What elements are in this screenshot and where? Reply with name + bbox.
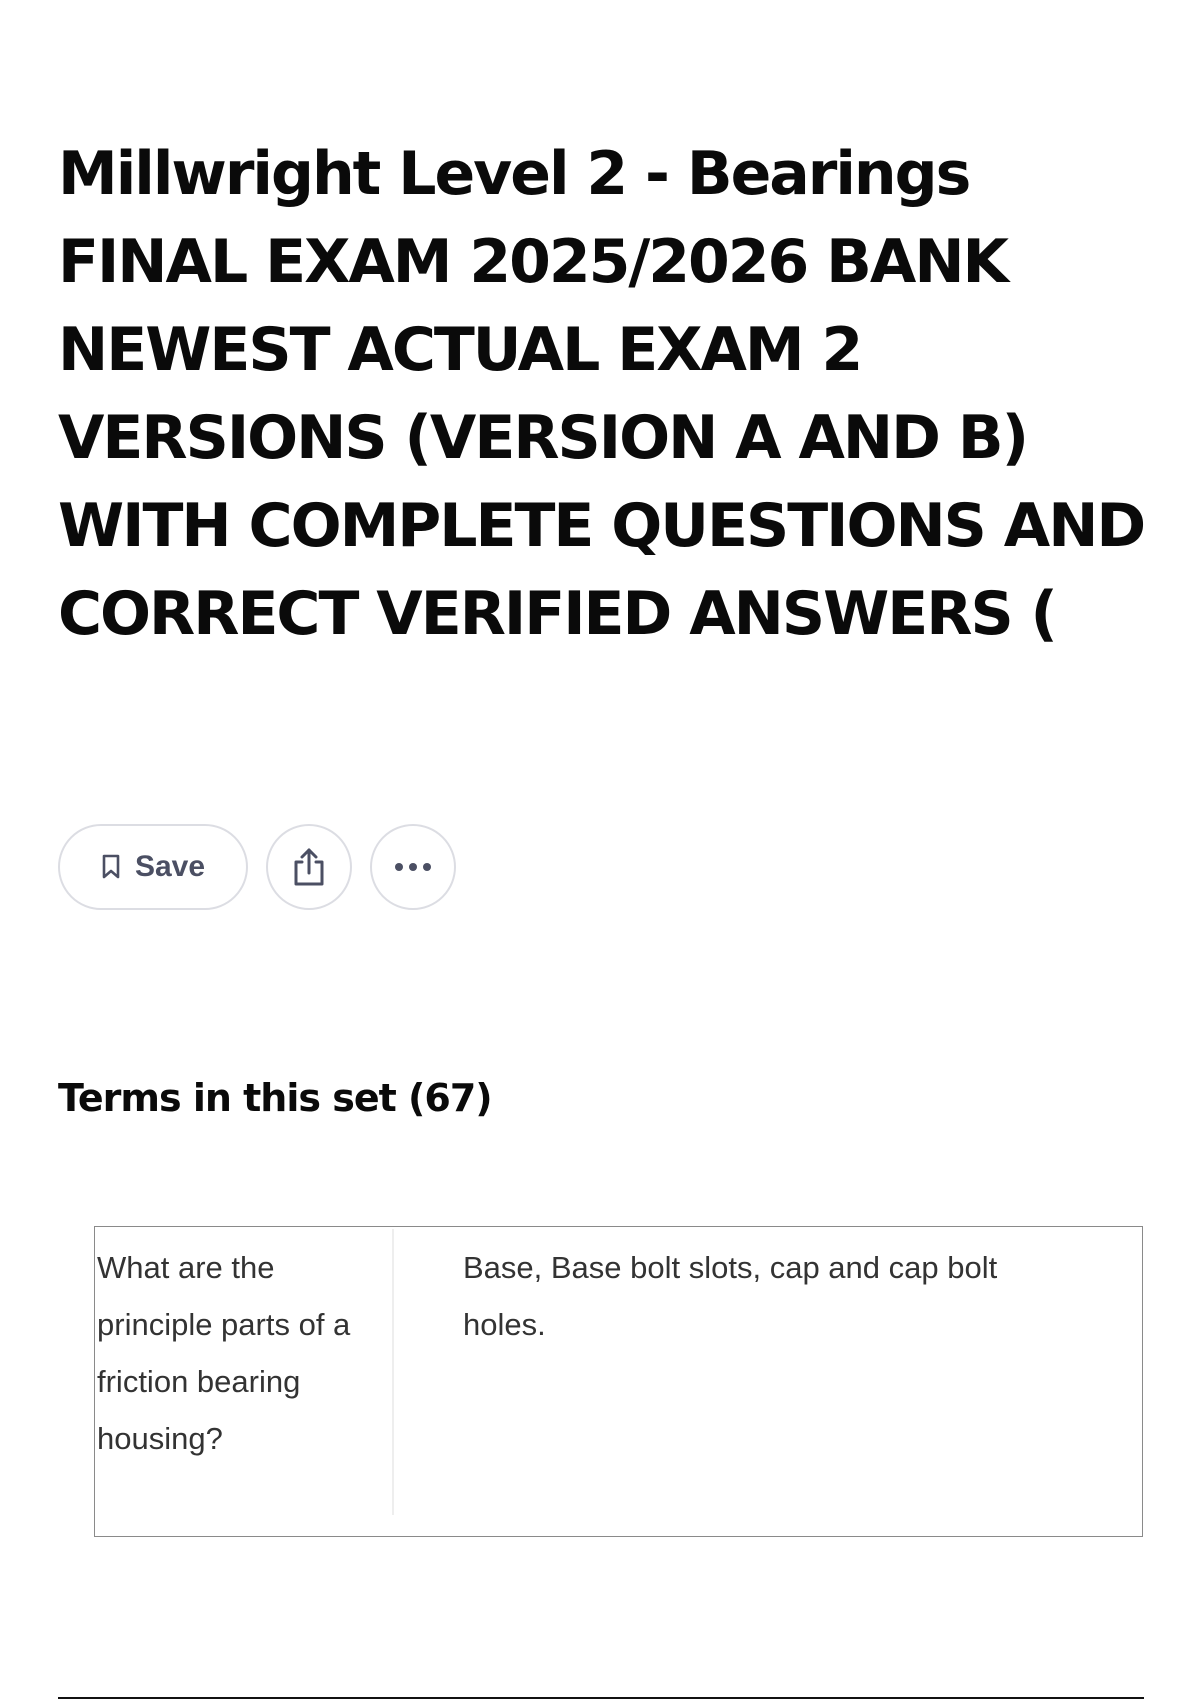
term-divider — [392, 1229, 394, 1515]
more-horizontal-icon — [393, 862, 433, 872]
share-button[interactable] — [266, 824, 352, 910]
save-button-label: Save — [134, 850, 206, 883]
terms-heading: Terms in this set (67) — [58, 1076, 493, 1120]
section-divider — [58, 1697, 1144, 1699]
term-card: What are the principle parts of a fricti… — [94, 1226, 1143, 1537]
save-button[interactable]: Save — [58, 824, 248, 910]
share-icon — [290, 846, 328, 888]
page-title: Millwright Level 2 - Bearings FINAL EXAM… — [58, 139, 1146, 649]
definition-text: Base, Base bolt slots, cap and cap bolt … — [463, 1250, 998, 1342]
bookmark-icon — [101, 854, 121, 880]
term-text: What are the principle parts of a fricti… — [97, 1250, 351, 1456]
action-bar: Save — [58, 824, 456, 910]
more-options-button[interactable] — [370, 824, 456, 910]
